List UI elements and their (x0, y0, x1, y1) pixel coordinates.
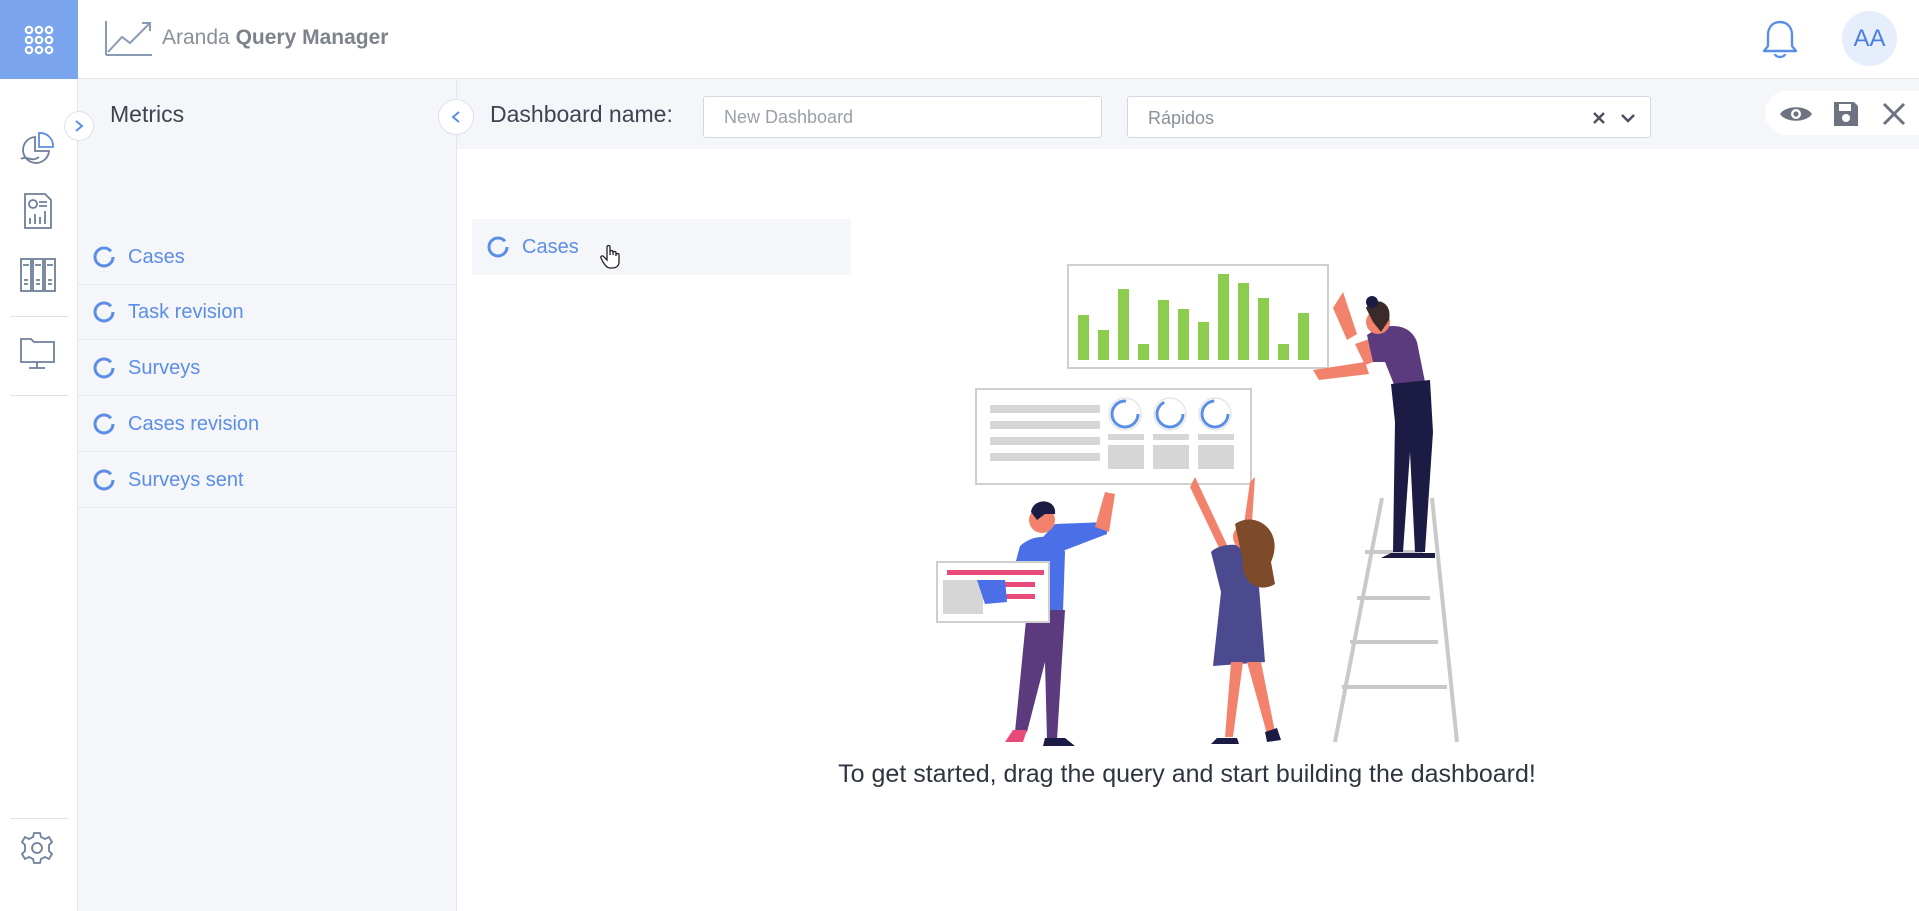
category-select[interactable]: Rápidos (1127, 96, 1651, 138)
settings-gear-icon[interactable] (20, 831, 58, 869)
empty-state-hint: To get started, drag the query and start… (838, 760, 1536, 788)
rail-divider (10, 316, 68, 317)
metrics-panel: Metrics Cases Task revision Surveys Case… (78, 79, 457, 911)
bookshelf-icon[interactable] (19, 256, 57, 294)
dashboard-name-input[interactable] (703, 96, 1102, 138)
rail-divider (10, 395, 68, 396)
metric-item[interactable]: Cases (78, 230, 457, 285)
chevron-down-icon[interactable] (1618, 108, 1638, 128)
top-bar: Aranda Query Manager AA (0, 0, 1919, 79)
app-title: Aranda Query Manager (162, 26, 388, 50)
chevron-left-icon (451, 111, 460, 123)
navigation-rail (0, 79, 78, 911)
monitor-folder-icon[interactable] (19, 333, 57, 371)
user-avatar[interactable]: AA (1842, 11, 1897, 66)
metric-label: Task revision (128, 300, 244, 323)
metric-item[interactable]: Surveys (78, 341, 457, 396)
trend-logo-icon (105, 21, 152, 56)
category-select-value: Rápidos (1148, 108, 1215, 128)
apps-menu-button[interactable] (0, 0, 78, 79)
bell-icon (1762, 20, 1798, 59)
pie-chart-icon[interactable] (19, 129, 57, 167)
query-ring-icon (93, 301, 115, 323)
metric-item[interactable]: Surveys sent (78, 453, 457, 508)
grab-cursor-icon (600, 244, 620, 269)
metric-label: Surveys sent (128, 468, 244, 491)
notifications-button[interactable] (1762, 18, 1798, 60)
brand-prefix: Aranda (162, 26, 236, 49)
save-disk-icon (1834, 102, 1858, 126)
brand-product: Query Manager (235, 26, 389, 49)
metric-label: Surveys (128, 356, 201, 379)
query-ring-icon (93, 357, 115, 379)
clear-icon[interactable] (1589, 108, 1609, 128)
preview-button[interactable] (1779, 97, 1813, 131)
close-dashboard-button[interactable] (1877, 97, 1911, 131)
query-ring-icon (93, 469, 115, 491)
expand-rail-button[interactable] (64, 111, 94, 141)
dragged-query-chip[interactable]: Cases (472, 219, 851, 275)
query-ring-icon (93, 413, 115, 435)
metrics-title: Metrics (110, 101, 185, 127)
collapse-metrics-button[interactable] (438, 99, 474, 135)
brand-logo[interactable]: Aranda Query Manager (104, 18, 388, 58)
rail-divider (10, 818, 68, 819)
close-icon (1882, 102, 1906, 126)
metric-label: Cases revision (128, 412, 260, 435)
empty-dashboard-illustration (936, 264, 1459, 746)
report-icon[interactable] (19, 192, 57, 230)
metric-item[interactable]: Task revision (78, 285, 457, 340)
apps-grid-icon (24, 25, 54, 54)
eye-icon (1780, 107, 1812, 121)
dashboard-name-label: Dashboard name: (490, 101, 673, 127)
chevron-right-icon (75, 120, 84, 132)
metric-label: Cases (128, 245, 185, 268)
metric-item[interactable]: Cases revision (78, 397, 457, 452)
dragged-query-label: Cases (522, 235, 579, 258)
save-button[interactable] (1829, 97, 1863, 131)
query-ring-icon (93, 246, 115, 268)
query-ring-icon (487, 236, 509, 258)
